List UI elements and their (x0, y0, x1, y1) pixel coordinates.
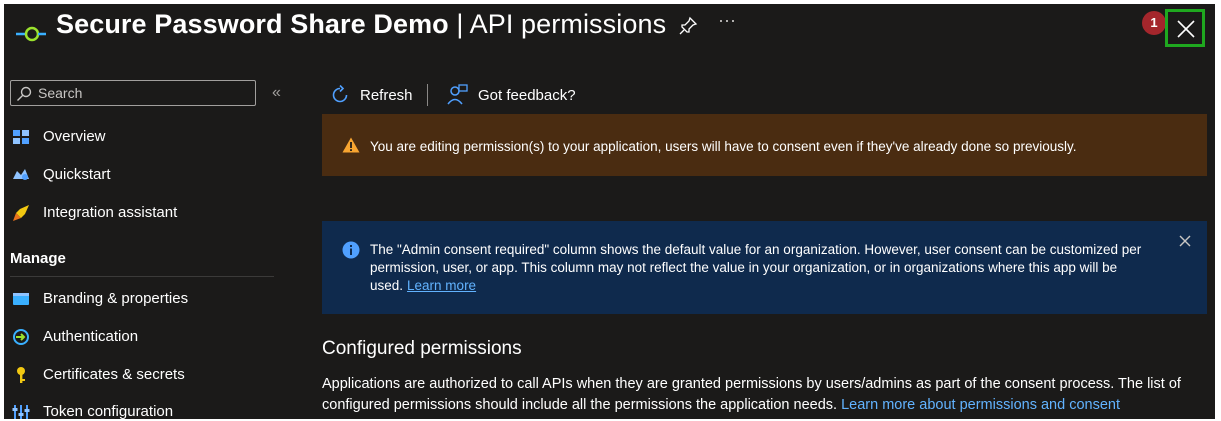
branding-icon (13, 293, 29, 305)
rocket-icon (13, 205, 29, 221)
toolbar-divider (427, 84, 428, 106)
collapse-sidebar-button[interactable]: « (272, 84, 281, 102)
section-divider (10, 276, 274, 277)
refresh-button[interactable]: Refresh (330, 84, 416, 108)
search-icon (17, 86, 32, 101)
azure-portal-blade: Secure Password Share Demo | API permiss… (4, 4, 1215, 419)
sidebar-item-token-configuration[interactable]: Token configuration (8, 398, 293, 419)
learn-more-link[interactable]: Learn more (407, 278, 476, 293)
pin-icon[interactable] (678, 16, 698, 36)
warning-icon (342, 137, 360, 153)
app-name: Secure Password Share Demo (56, 9, 449, 39)
close-icon (1177, 20, 1195, 38)
feedback-icon (447, 84, 468, 105)
sidebar-item-overview[interactable]: Overview (8, 123, 293, 151)
dismiss-info-icon[interactable] (1179, 235, 1191, 247)
info-banner: The "Admin consent required" column show… (322, 221, 1207, 314)
sidebar-item-certificates-secrets[interactable]: Certificates & secrets (8, 361, 293, 389)
refresh-icon (332, 85, 348, 103)
close-button[interactable] (1165, 9, 1205, 47)
sidebar-item-integration-assistant[interactable]: Integration assistant (8, 199, 293, 227)
blade-header: Secure Password Share Demo | API permiss… (4, 4, 1215, 48)
sidebar-item-label: Certificates & secrets (43, 366, 185, 383)
sidebar-item-label: Token configuration (43, 403, 174, 419)
sidebar-item-authentication[interactable]: Authentication (8, 323, 293, 351)
feedback-label: Got feedback? (478, 87, 576, 104)
refresh-label: Refresh (360, 87, 413, 104)
step-badge: 1 (1142, 11, 1166, 35)
sidebar-item-label: Integration assistant (43, 204, 178, 221)
sidebar-item-label: Quickstart (43, 166, 111, 183)
info-message: The "Admin consent required" column show… (370, 242, 1142, 293)
info-icon (342, 241, 360, 259)
sidebar-item-quickstart[interactable]: Quickstart (8, 161, 293, 189)
token-icon (12, 405, 30, 419)
app-registration-icon (16, 26, 46, 42)
sidebar-search[interactable] (10, 80, 256, 106)
search-input[interactable] (38, 84, 248, 102)
info-text: The "Admin consent required" column show… (370, 241, 1170, 295)
sidebar-item-label: Authentication (43, 328, 139, 345)
overview-icon (13, 130, 29, 144)
sidebar-item-branding[interactable]: Branding & properties (8, 285, 293, 313)
sidebar-item-label: Branding & properties (43, 290, 189, 307)
feedback-button[interactable]: Got feedback? (446, 84, 582, 108)
configured-permissions-description: Applications are authorized to call APIs… (322, 374, 1210, 416)
page-title: Secure Password Share Demo | API permiss… (56, 9, 666, 40)
sidebar-item-label: Overview (43, 128, 106, 145)
authentication-icon (13, 329, 29, 345)
more-options-icon[interactable]: ··· (718, 10, 736, 31)
permissions-consent-link[interactable]: Learn more about permissions and consent (841, 397, 1120, 413)
configured-permissions-heading: Configured permissions (322, 338, 522, 359)
warning-banner: You are editing permission(s) to your ap… (322, 114, 1207, 176)
key-icon (17, 367, 25, 383)
quickstart-icon (13, 169, 29, 180)
blade-name: | API permissions (448, 9, 667, 39)
section-title-manage: Manage (10, 250, 66, 267)
warning-text: You are editing permission(s) to your ap… (370, 139, 1077, 154)
